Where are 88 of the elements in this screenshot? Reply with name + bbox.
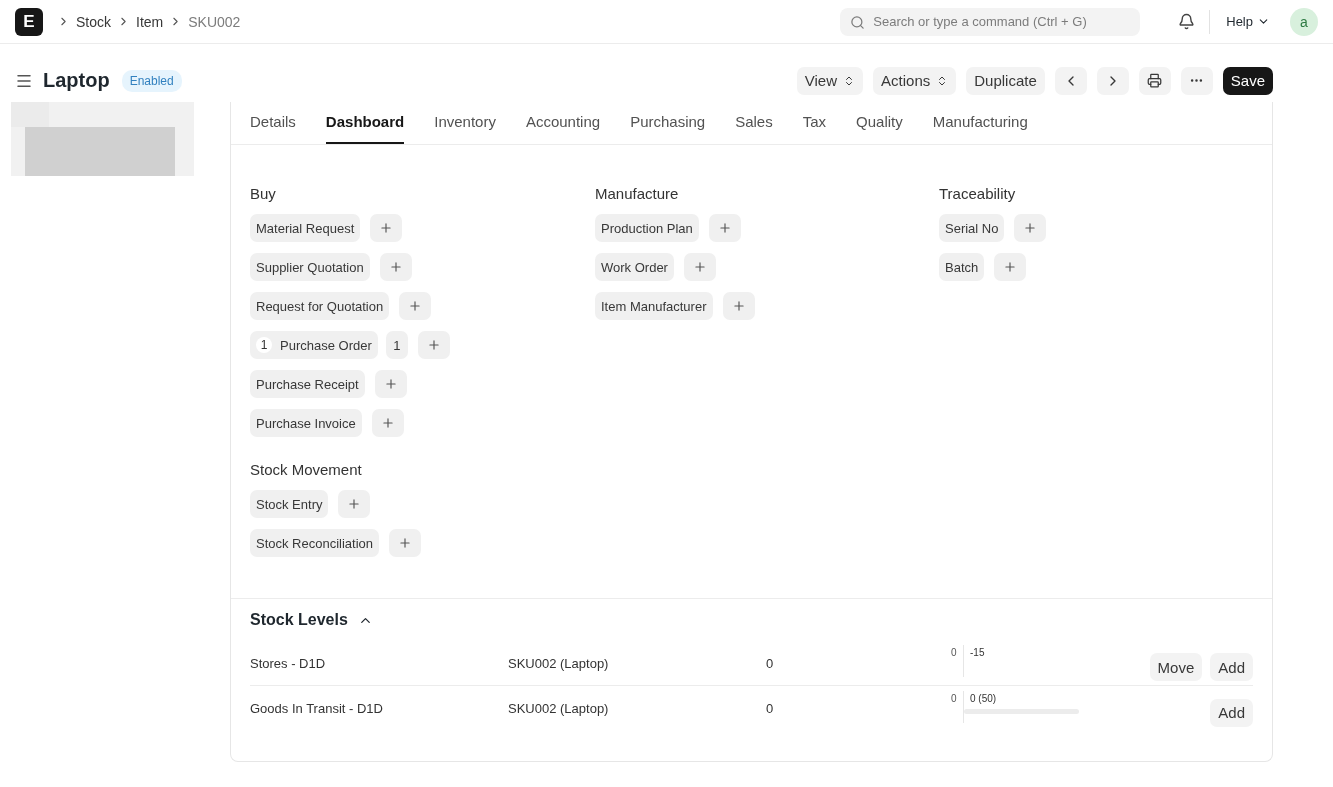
tab[interactable]: Inventory xyxy=(434,113,496,144)
link-chip[interactable]: Supplier Quotation xyxy=(250,253,370,281)
tab[interactable]: Purchasing xyxy=(630,113,706,144)
next-button[interactable] xyxy=(1096,66,1129,95)
add-button[interactable] xyxy=(374,370,407,398)
plus-icon xyxy=(426,338,441,352)
link-chip[interactable]: Work Order xyxy=(595,253,674,281)
group-title: Stock Movement xyxy=(250,461,363,478)
link-chip[interactable]: Item Manufacturer xyxy=(595,292,713,320)
previous-button[interactable] xyxy=(1054,66,1087,95)
save-button[interactable]: Save xyxy=(1222,66,1273,95)
add-button[interactable] xyxy=(338,490,371,518)
stock-action-button[interactable]: Move xyxy=(1149,653,1203,681)
add-button[interactable] xyxy=(683,253,716,281)
zero-label: 0 xyxy=(951,646,958,658)
dropdown-button[interactable]: View xyxy=(796,66,864,95)
plus-icon xyxy=(692,260,707,274)
tab[interactable]: Details xyxy=(250,113,296,144)
add-button[interactable] xyxy=(370,214,403,242)
stock-reading: -15 xyxy=(970,646,985,658)
plus-icon xyxy=(717,221,732,235)
duplicate-button[interactable]: Duplicate xyxy=(966,66,1045,95)
link-chip[interactable]: Purchase Invoice xyxy=(250,409,362,437)
quantity-cell-text: 0 xyxy=(766,655,775,671)
plus-icon xyxy=(1023,221,1038,235)
more-button[interactable] xyxy=(1180,66,1213,95)
link-chip[interactable]: Stock Reconciliation xyxy=(250,529,380,557)
item-cell-text: SKU002 (Laptop) xyxy=(508,701,610,716)
breadcrumb-link[interactable]: SKU002 xyxy=(188,13,241,30)
quantity-cell-text: 0 xyxy=(766,701,775,716)
tab[interactable]: Tax xyxy=(802,113,827,144)
section-toggle[interactable]: Stock Levels xyxy=(250,611,373,629)
link-chip[interactable]: Request for Quotation xyxy=(250,292,390,320)
plus-icon xyxy=(398,536,413,550)
group-title: Manufacture xyxy=(595,185,680,202)
search-field[interactable]: Search or type a command (Ctrl + G) xyxy=(840,7,1141,36)
link-chip[interactable]: Serial No xyxy=(939,214,1005,242)
notifications-button[interactable] xyxy=(1178,13,1196,30)
add-button[interactable] xyxy=(1014,214,1047,242)
plus-icon xyxy=(1003,260,1018,274)
open-count-button[interactable]: 1 xyxy=(385,331,408,359)
status-badge: Enabled xyxy=(121,69,182,92)
stock-reading: 0 (50) xyxy=(970,691,998,704)
plus-icon xyxy=(379,221,394,235)
zero-label: 0 xyxy=(951,691,958,704)
help-menu[interactable]: Help xyxy=(1226,14,1270,29)
plus-icon xyxy=(388,260,403,274)
link-chip[interactable]: Material Request xyxy=(250,214,361,242)
stock-action-button[interactable]: Add xyxy=(1210,698,1253,727)
plus-icon xyxy=(380,416,395,430)
warehouse-cell-text: Goods In Transit - D1D xyxy=(250,701,384,716)
breadcrumb-link[interactable]: Item xyxy=(136,13,164,30)
tab[interactable]: Manufacturing xyxy=(932,113,1028,144)
plus-icon xyxy=(347,497,362,511)
tab[interactable]: Dashboard xyxy=(325,113,405,144)
add-button[interactable] xyxy=(417,331,450,359)
stock-action-button[interactable]: Add xyxy=(1210,653,1253,681)
user-avatar[interactable]: a xyxy=(1290,7,1318,36)
app-logo[interactable]: E xyxy=(15,7,43,36)
add-button[interactable] xyxy=(371,409,404,437)
tab[interactable]: Quality xyxy=(856,113,903,144)
warehouse-cell-text: Stores - D1D xyxy=(250,655,327,671)
tab[interactable]: Accounting xyxy=(525,113,601,144)
link-chip[interactable]: Purchase Receipt xyxy=(250,370,365,398)
dropdown-button[interactable]: Actions xyxy=(873,66,957,95)
link-chip[interactable]: Batch xyxy=(939,253,985,281)
add-button[interactable] xyxy=(379,253,412,281)
search-icon xyxy=(850,14,866,30)
item-cell-text: SKU002 (Laptop) xyxy=(508,655,610,671)
link-chip[interactable]: 1 Purchase Order xyxy=(250,331,378,359)
page-title: Laptop xyxy=(43,69,110,92)
printer-icon xyxy=(1147,73,1163,88)
plus-icon xyxy=(408,299,423,313)
breadcrumb-link[interactable]: Stock xyxy=(76,13,111,30)
add-button[interactable] xyxy=(399,292,432,320)
add-button[interactable] xyxy=(389,529,422,557)
add-button[interactable] xyxy=(722,292,755,320)
print-button[interactable] xyxy=(1138,66,1171,95)
group-title: Buy xyxy=(250,185,277,202)
add-button[interactable] xyxy=(708,214,741,242)
link-chip[interactable]: Stock Entry xyxy=(250,490,329,518)
group-title: Traceability xyxy=(939,185,1017,202)
add-button[interactable] xyxy=(994,253,1027,281)
tab[interactable]: Sales xyxy=(735,113,773,144)
link-chip[interactable]: Production Plan xyxy=(595,214,699,242)
plus-icon xyxy=(731,299,746,313)
plus-icon xyxy=(383,377,398,391)
count-badge: 1 xyxy=(256,337,272,353)
